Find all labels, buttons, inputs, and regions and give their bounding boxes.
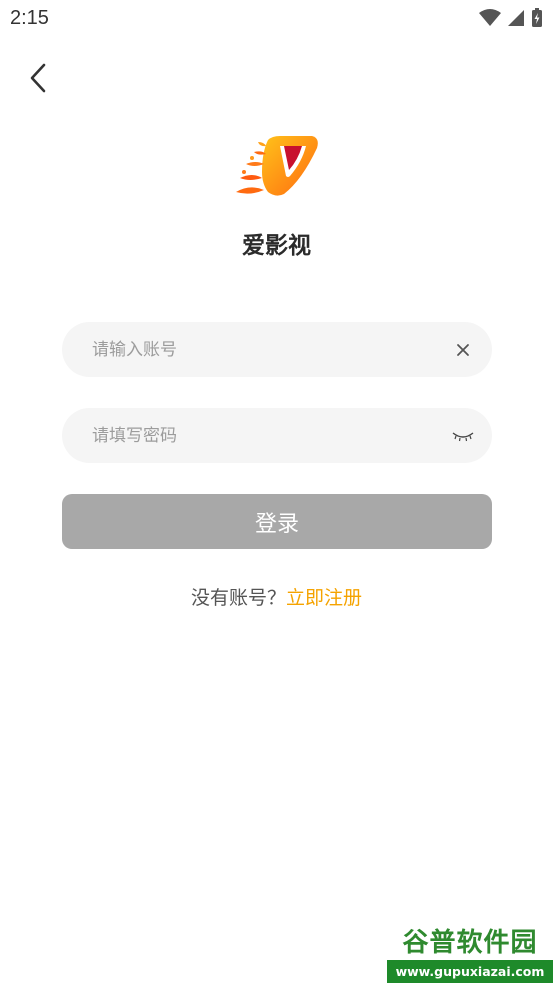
- watermark-title: 谷普软件园: [402, 928, 538, 958]
- watermark: 谷普软件园 www.gupuxiazai.com: [387, 926, 553, 983]
- status-time: 2:15: [10, 7, 49, 29]
- password-field[interactable]: [62, 408, 492, 463]
- status-bar: 2:15: [0, 0, 553, 38]
- watermark-url: www.gupuxiazai.com: [387, 960, 553, 983]
- close-icon[interactable]: [450, 337, 476, 363]
- account-input[interactable]: [92, 339, 450, 360]
- register-link[interactable]: 立即注册: [286, 587, 362, 609]
- back-button[interactable]: [18, 58, 58, 102]
- eye-closed-icon[interactable]: [450, 423, 476, 449]
- chevron-left-icon: [28, 62, 48, 98]
- account-field[interactable]: [62, 322, 492, 377]
- login-button[interactable]: 登录: [62, 494, 492, 549]
- signal-icon: [507, 9, 525, 31]
- battery-charging-icon: [531, 8, 543, 32]
- password-input[interactable]: [92, 425, 450, 446]
- register-prompt: 没有账号？: [190, 587, 286, 609]
- app-logo: [232, 132, 322, 200]
- wifi-icon: [479, 9, 501, 31]
- app-name: 爱影视: [242, 233, 311, 259]
- flaming-play-logo: [236, 136, 318, 196]
- register-line: 没有账号？立即注册: [0, 583, 553, 610]
- status-icons: [479, 8, 543, 32]
